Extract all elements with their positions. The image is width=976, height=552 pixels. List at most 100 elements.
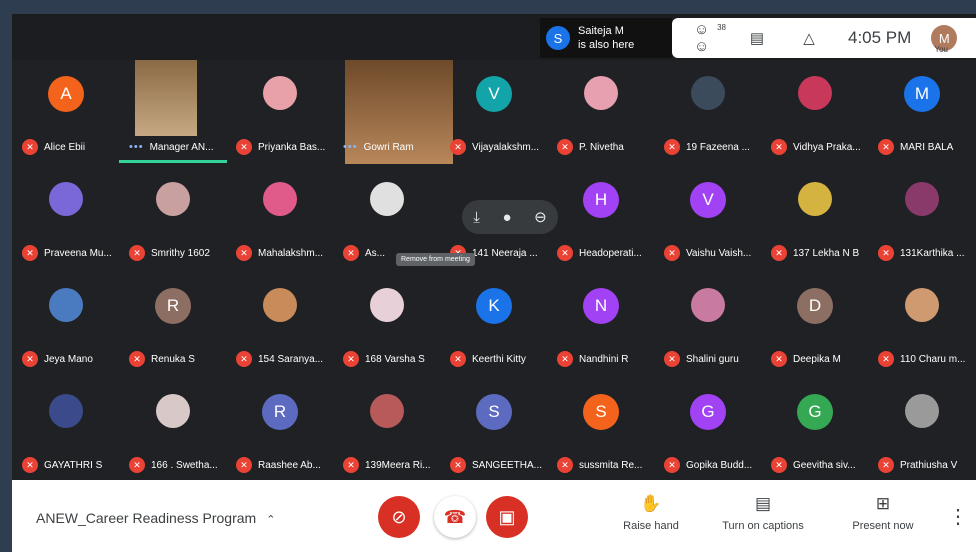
participant-name-row: ••• Gowri Ram [343, 138, 414, 156]
avatar [156, 394, 190, 428]
participant-name: Keerthi Kitty [472, 353, 526, 365]
participant-tile[interactable]: N ✕ Nandhini R [547, 272, 655, 376]
participant-tile[interactable]: ✕ Jeya Mano [12, 272, 120, 376]
participant-tile[interactable]: ••• Gowri Ram [333, 60, 453, 164]
participant-tile[interactable]: S ✕ SANGEETHA... [440, 378, 548, 482]
participant-tile[interactable]: ✕ 19 Fazeena ... [654, 60, 762, 164]
participant-name-row: ✕ Nandhini R [557, 350, 628, 368]
participant-name-row: ✕ Keerthi Kitty [450, 350, 526, 368]
participant-tile[interactable]: ✕ Vidhya Praka... [761, 60, 869, 164]
mic-muted-icon: ✕ [22, 457, 38, 473]
raise-hand-label: Raise hand [623, 520, 679, 532]
participant-tile[interactable]: G ✕ Geevitha siv... [761, 378, 869, 482]
mic-muted-icon: ✕ [450, 139, 466, 155]
participant-tile[interactable]: A ✕ Alice Ebii [12, 60, 120, 164]
participant-tile[interactable]: K ✕ Keerthi Kitty [440, 272, 548, 376]
participant-name: P. Nivetha [579, 141, 624, 153]
mic-muted-icon: ✕ [771, 351, 787, 367]
participant-name-row: ✕ Geevitha siv... [771, 456, 856, 474]
notification-message: is also here [578, 39, 635, 51]
participant-tile[interactable]: M ✕ MARI BALA [868, 60, 976, 164]
avatar [905, 288, 939, 322]
avatar: A [48, 76, 84, 112]
remove-icon[interactable]: ⊖ [534, 208, 547, 226]
participant-tile[interactable]: ✕ 168 Varsha S [333, 272, 441, 376]
participant-tile[interactable]: ✕ 166 . Swetha... [119, 378, 227, 482]
participant-name: 154 Saranya... [258, 353, 324, 365]
meeting-title: ANEW_Career Readiness Program [36, 510, 257, 526]
raise-hand-button[interactable]: ✋ Raise hand [606, 494, 696, 532]
participant-name: 137 Lekha N B [793, 247, 860, 259]
participant-tile[interactable]: ✕ 154 Saranya... [226, 272, 334, 376]
participant-tile[interactable]: ✕ Prathiusha V [868, 378, 976, 482]
mic-muted-icon: ✕ [878, 245, 894, 261]
participant-tile[interactable]: ✕ Shalini guru [654, 272, 762, 376]
present-button[interactable]: ⊞ Present now [838, 494, 928, 532]
participant-name: Prathiusha V [900, 459, 958, 471]
captions-label: Turn on captions [722, 520, 804, 532]
mic-muted-icon: ✕ [557, 139, 573, 155]
participant-name-row: ✕ 139Meera Ri... [343, 456, 431, 474]
mic-muted-icon: ✕ [129, 245, 145, 261]
avatar [370, 394, 404, 428]
participant-name-row: ✕ Vijayalakshm... [450, 138, 539, 156]
participant-tile[interactable]: R ✕ Raashee Ab... [226, 378, 334, 482]
pin-icon[interactable]: ⤓ [473, 209, 480, 226]
leave-call-button[interactable]: ☎ [434, 496, 476, 538]
participant-name: Shalini guru [686, 353, 739, 365]
participant-tile[interactable]: ✕ 139Meera Ri... [333, 378, 441, 482]
people-icon[interactable]: ☺☺ 38 [694, 21, 726, 55]
participant-name: 19 Fazeena ... [686, 141, 750, 153]
captions-button[interactable]: ▤ Turn on captions [718, 494, 808, 532]
participant-tile[interactable]: ✕ 131Karthika ... [868, 166, 976, 270]
hand-icon: ✋ [640, 494, 662, 513]
participant-name: Gowri Ram [363, 141, 414, 153]
participant-tile[interactable]: ✕ GAYATHRI S [12, 378, 120, 482]
participant-tile[interactable]: ••• Manager AN... [119, 60, 227, 164]
participant-tile[interactable]: ✕ Priyanka Bas... [226, 60, 334, 164]
participant-tile[interactable]: H ✕ Headoperati... [547, 166, 655, 270]
avatar [370, 182, 404, 216]
participant-name: GAYATHRI S [44, 459, 103, 471]
mic-muted-icon: ✕ [343, 351, 359, 367]
participant-tile[interactable]: ✕ Praveena Mu... [12, 166, 120, 270]
mic-muted-icon: ✕ [771, 139, 787, 155]
participant-name-row: ✕ 166 . Swetha... [129, 456, 218, 474]
participant-name-row: ✕ Alice Ebii [22, 138, 85, 156]
participant-tile[interactable]: R ✕ Renuka S [119, 272, 227, 376]
activities-icon[interactable]: △ [798, 27, 820, 49]
participant-name-row: ✕ Vaishu Vaish... [664, 244, 751, 262]
participant-tile[interactable]: D ✕ Deepika M [761, 272, 869, 376]
participant-tile[interactable]: V ✕ Vijayalakshm... [440, 60, 548, 164]
participant-name-row: ✕ Deepika M [771, 350, 841, 368]
participant-tile[interactable]: ✕ 110 Charu m... [868, 272, 976, 376]
top-bar: S Saiteja M is also here ☺☺ 38 ▤ △ 4:05 P… [12, 14, 976, 60]
mic-muted-icon: ✕ [450, 351, 466, 367]
avatar: G [690, 394, 726, 430]
participant-name: Vidhya Praka... [793, 141, 861, 153]
avatar: D [797, 288, 833, 324]
meeting-details[interactable]: ANEW_Career Readiness Program ⌃ [36, 510, 275, 526]
avatar [798, 182, 832, 216]
more-options-icon[interactable]: ⋮ [948, 504, 968, 529]
mic-muted-icon: ✕ [557, 457, 573, 473]
participant-tile[interactable]: V ✕ Vaishu Vaish... [654, 166, 762, 270]
notification-name: Saiteja M [578, 25, 624, 37]
participant-tile[interactable]: G ✕ Gopika Budd... [654, 378, 762, 482]
mic-muted-icon: ✕ [236, 351, 252, 367]
camera-toggle-button[interactable]: ▣ [486, 496, 528, 538]
participant-tile[interactable]: ✕ Mahalakshm... [226, 166, 334, 270]
participant-tile[interactable]: ✕ P. Nivetha [547, 60, 655, 164]
camera-off-icon: ▣ [498, 506, 516, 527]
chat-icon[interactable]: ▤ [746, 27, 768, 49]
join-notification: S Saiteja M is also here [540, 18, 672, 58]
participant-tile[interactable]: S ✕ sussmita Re... [547, 378, 655, 482]
participant-name: Vaishu Vaish... [686, 247, 752, 259]
participant-tile[interactable]: ✕ Smrithy 1602 [119, 166, 227, 270]
avatar [49, 182, 83, 216]
mute-participant-icon[interactable]: ● [502, 209, 511, 226]
participant-name: Praveena Mu... [44, 247, 112, 259]
participant-tile[interactable]: ✕ 137 Lekha N B [761, 166, 869, 270]
microphone-toggle-button[interactable]: ⊘ [378, 496, 420, 538]
mic-muted-icon: ✕ [878, 457, 894, 473]
